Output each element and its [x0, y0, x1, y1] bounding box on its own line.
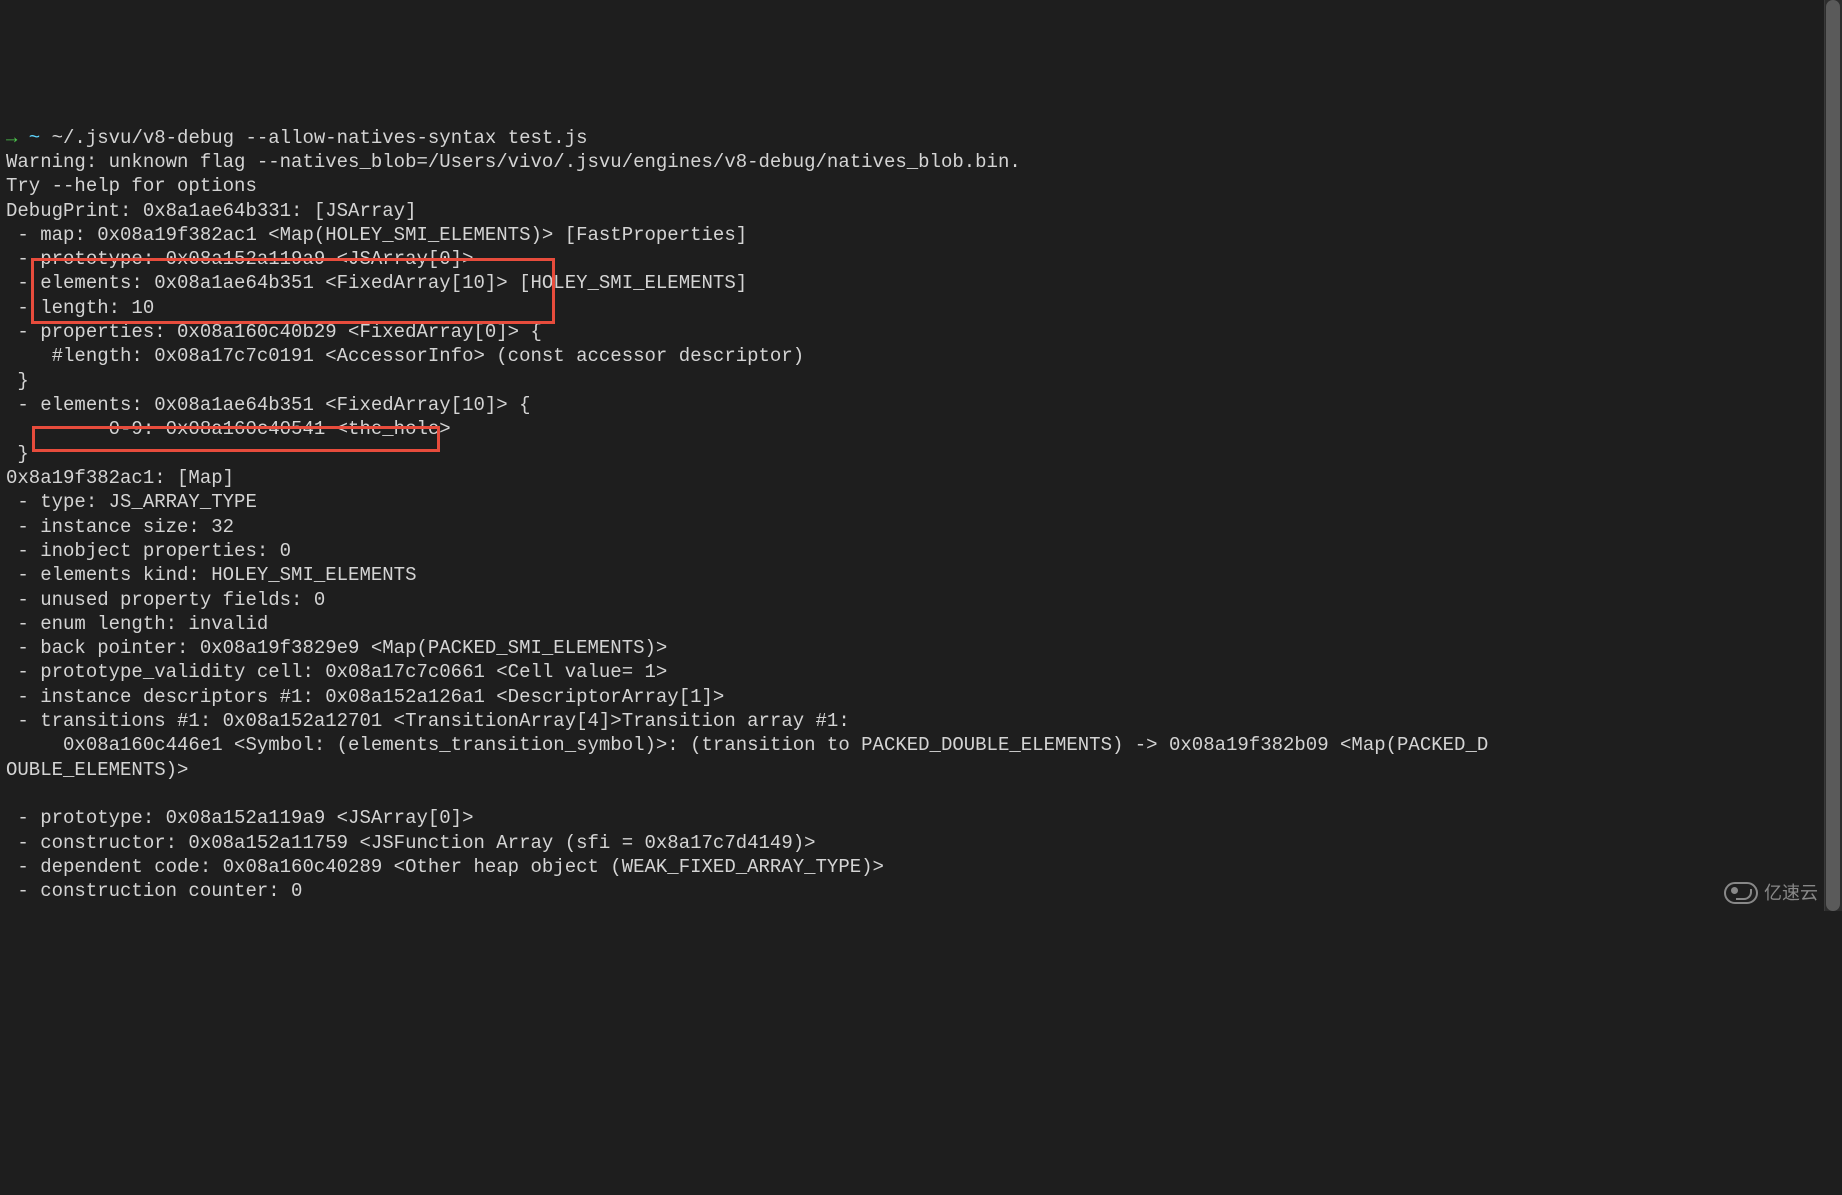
output-line: - prototype: 0x08a152a119a9 <JSArray[0]>	[6, 248, 473, 270]
output-line: - elements kind: HOLEY_SMI_ELEMENTS	[6, 564, 416, 586]
output-line: #length: 0x08a17c7c0191 <AccessorInfo> (…	[6, 345, 804, 367]
output-line: Try --help for options	[6, 175, 257, 197]
output-line: - prototype: 0x08a152a119a9 <JSArray[0]>	[6, 807, 473, 829]
output-line: - elements: 0x08a1ae64b351 <FixedArray[1…	[6, 394, 531, 416]
watermark: 亿速云	[1724, 882, 1818, 905]
watermark-text: 亿速云	[1764, 882, 1818, 905]
scrollbar[interactable]	[1824, 0, 1842, 911]
output-line: - dependent code: 0x08a160c40289 <Other …	[6, 856, 884, 878]
output-line: - constructor: 0x08a152a11759 <JSFunctio…	[6, 832, 816, 854]
output-line: - type: JS_ARRAY_TYPE	[6, 491, 257, 513]
cloud-icon	[1724, 882, 1758, 904]
output-line: - instance size: 32	[6, 516, 234, 538]
output-line: DebugPrint: 0x8a1ae64b331: [JSArray]	[6, 200, 416, 222]
output-line: - inobject properties: 0	[6, 540, 291, 562]
output-line: OUBLE_ELEMENTS)>	[6, 759, 188, 781]
output-line: 0x08a160c446e1 <Symbol: (elements_transi…	[6, 734, 1488, 756]
output-line: Warning: unknown flag --natives_blob=/Us…	[6, 151, 1021, 173]
output-line: - prototype_validity cell: 0x08a17c7c066…	[6, 661, 667, 683]
output-line: }	[6, 443, 29, 465]
output-line: 0x8a19f382ac1: [Map]	[6, 467, 234, 489]
output-line: - enum length: invalid	[6, 613, 268, 635]
scrollbar-thumb[interactable]	[1826, 0, 1840, 911]
output-line: - instance descriptors #1: 0x08a152a126a…	[6, 686, 724, 708]
terminal-output: → ~ ~/.jsvu/v8-debug --allow-natives-syn…	[6, 101, 1836, 903]
output-line: - map: 0x08a19f382ac1 <Map(HOLEY_SMI_ELE…	[6, 224, 747, 246]
prompt-tilde: ~	[17, 127, 51, 149]
output-line: - transitions #1: 0x08a152a12701 <Transi…	[6, 710, 850, 732]
output-line: 0-9: 0x08a160c40541 <the_hole>	[6, 418, 451, 440]
output-line: - properties: 0x08a160c40b29 <FixedArray…	[6, 321, 542, 343]
output-line: - elements: 0x08a1ae64b351 <FixedArray[1…	[6, 272, 747, 294]
prompt-command: ~/.jsvu/v8-debug --allow-natives-syntax …	[52, 127, 588, 149]
output-line: - unused property fields: 0	[6, 589, 325, 611]
output-line: - length: 10	[6, 297, 154, 319]
output-line: - back pointer: 0x08a19f3829e9 <Map(PACK…	[6, 637, 667, 659]
output-line: }	[6, 370, 29, 392]
output-line: - construction counter: 0	[6, 880, 302, 902]
prompt-arrow: →	[6, 127, 17, 149]
